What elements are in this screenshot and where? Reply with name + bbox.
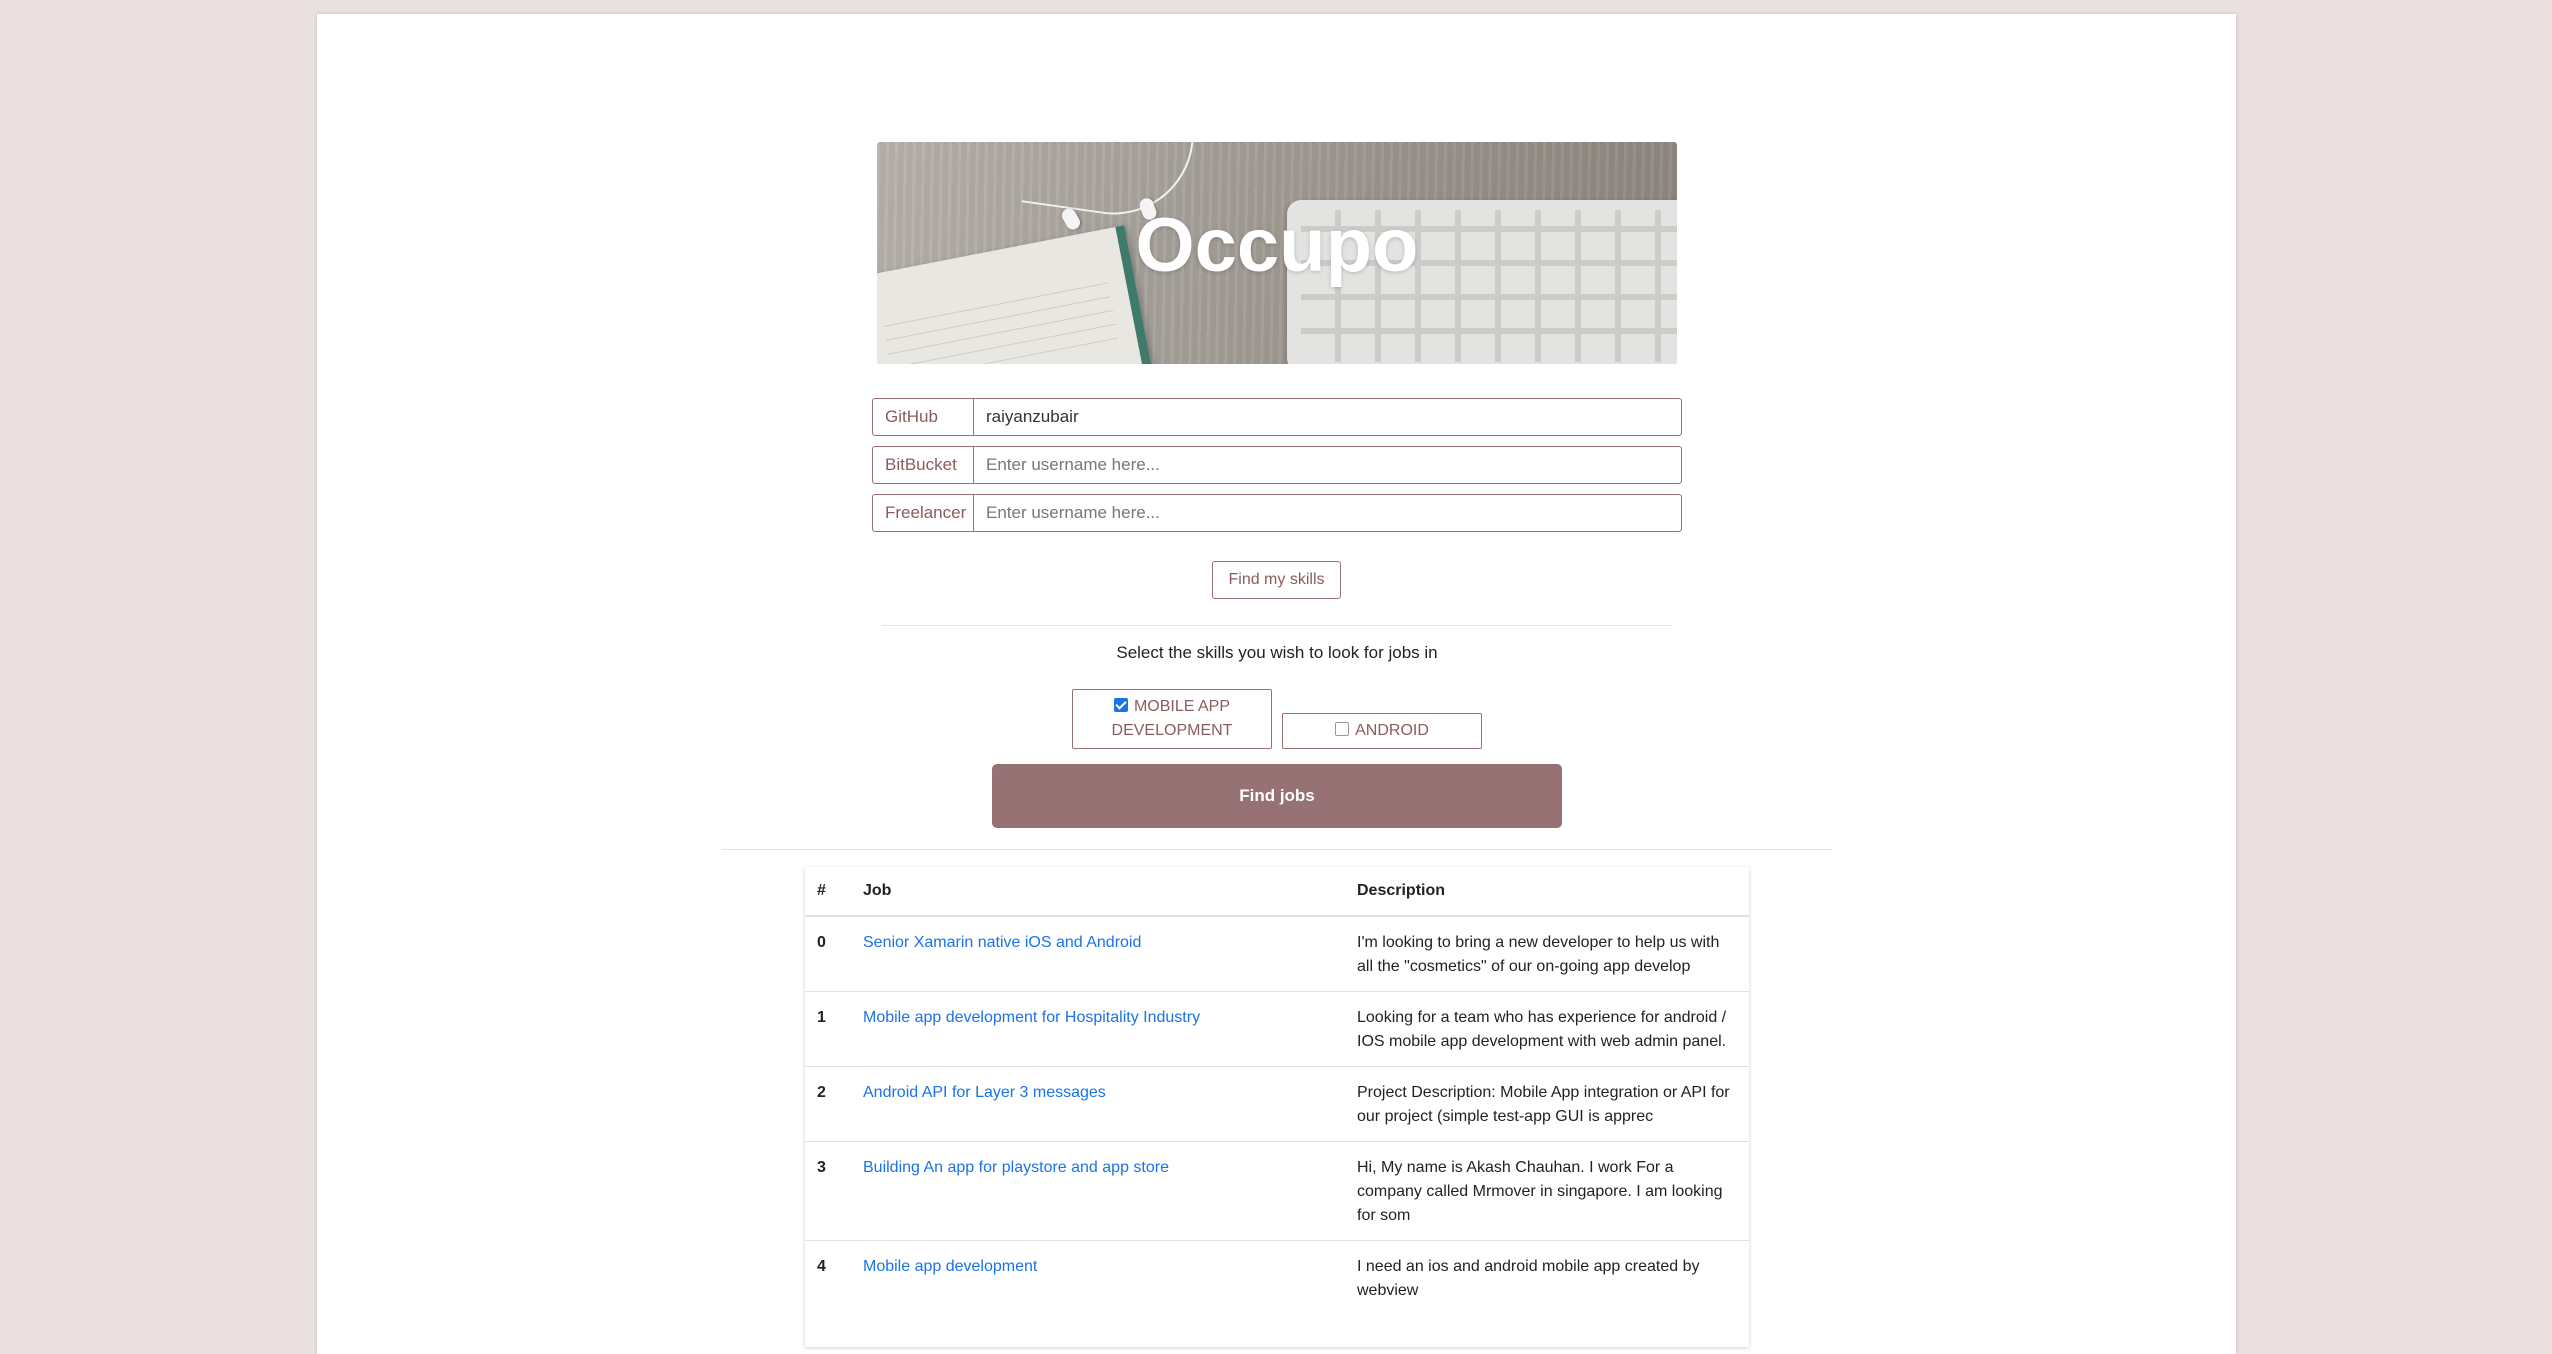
jobs-table: # Job Description 0 Senior Xamarin nativ… (805, 867, 1749, 1347)
job-link[interactable]: Android API for Layer 3 messages (863, 1084, 1106, 1101)
skill-option-mobile-app-development[interactable]: MOBILE APP DEVELOPMENT (1072, 689, 1272, 749)
checkbox-checked-icon[interactable] (1113, 698, 1128, 712)
job-link[interactable]: Mobile app development (863, 1258, 1037, 1275)
job-link[interactable]: Building An app for playstore and app st… (863, 1159, 1169, 1176)
table-row: 1 Mobile app development for Hospitality… (805, 991, 1749, 1067)
freelancer-label: Freelancer (872, 494, 973, 532)
table-row: 2 Android API for Layer 3 messages Proje… (805, 1066, 1749, 1142)
table-row: 4 Mobile app development I need an ios a… (805, 1240, 1749, 1315)
github-label: GitHub (872, 398, 973, 436)
job-index: 4 (805, 1240, 851, 1315)
freelancer-username-input[interactable] (973, 494, 1682, 532)
bitbucket-field: BitBucket (872, 446, 1682, 484)
job-description: I'm looking to bring a new developer to … (1345, 915, 1749, 992)
divider (722, 849, 1832, 850)
find-jobs-button[interactable]: Find jobs (992, 764, 1562, 828)
job-link[interactable]: Senior Xamarin native iOS and Android (863, 934, 1141, 951)
column-header-job: Job (851, 867, 1345, 917)
find-my-skills-button[interactable]: Find my skills (1212, 561, 1341, 599)
job-index: 1 (805, 991, 851, 1067)
skill-option-android[interactable]: ANDROID (1282, 713, 1482, 749)
job-link[interactable]: Mobile app development for Hospitality I… (863, 1009, 1200, 1026)
job-index: 3 (805, 1141, 851, 1241)
job-description: Project Description: Mobile App integrat… (1345, 1066, 1749, 1142)
hero-banner: Occupo (877, 142, 1677, 364)
github-username-input[interactable] (973, 398, 1682, 436)
skill-label: MOBILE APP DEVELOPMENT (1111, 698, 1233, 739)
table-header-row: # Job Description (805, 867, 1749, 917)
column-header-description: Description (1345, 867, 1749, 917)
column-header-index: # (805, 867, 851, 917)
job-index: 0 (805, 915, 851, 992)
github-field: GitHub (872, 398, 1682, 436)
table-row: 0 Senior Xamarin native iOS and Android … (805, 915, 1749, 992)
job-description: Looking for a team who has experience fo… (1345, 991, 1749, 1067)
job-description: I need an ios and android mobile app cre… (1345, 1240, 1749, 1315)
app-title: Occupo (1135, 203, 1419, 288)
table-row: 3 Building An app for playstore and app … (805, 1141, 1749, 1241)
job-description: Hi, My name is Akash Chauhan. I work For… (1345, 1141, 1749, 1241)
freelancer-field: Freelancer (872, 494, 1682, 532)
checkbox-unchecked-icon[interactable] (1335, 722, 1350, 736)
skill-label: ANDROID (1355, 722, 1429, 739)
job-index: 2 (805, 1066, 851, 1142)
bitbucket-username-input[interactable] (973, 446, 1682, 484)
divider (882, 625, 1672, 626)
skills-prompt: Select the skills you wish to look for j… (1116, 643, 1438, 662)
bitbucket-label: BitBucket (872, 446, 973, 484)
